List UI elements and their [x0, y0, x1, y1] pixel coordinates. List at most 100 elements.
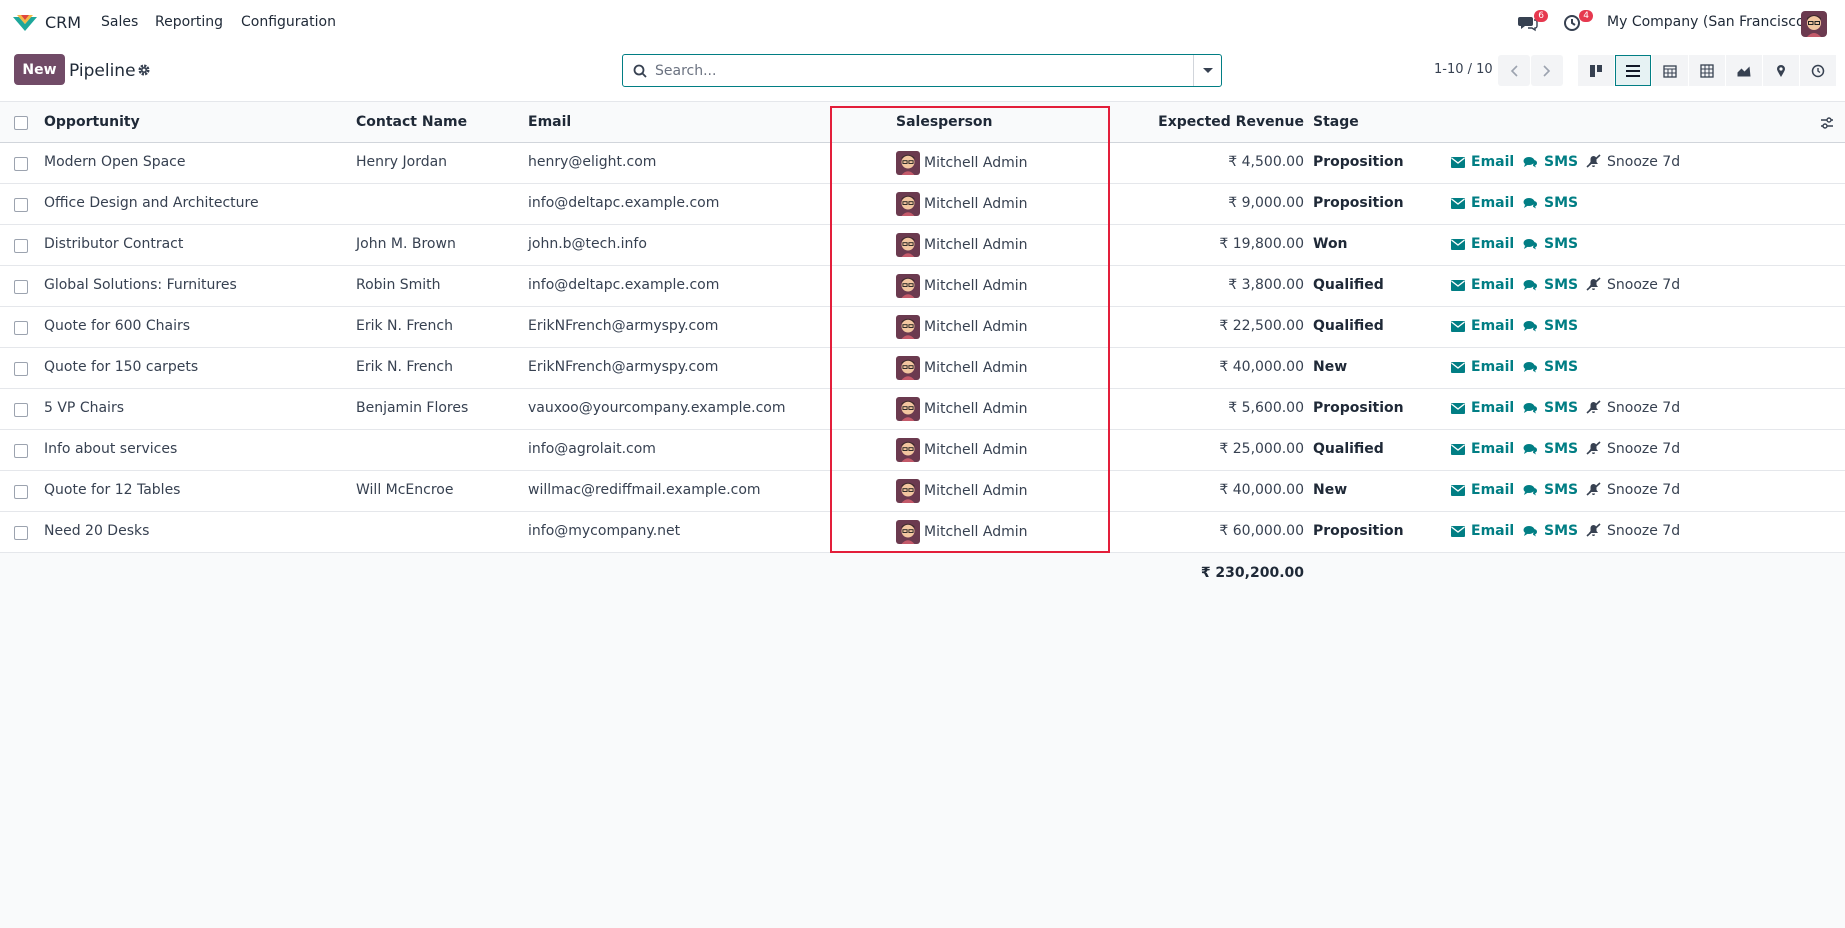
pager-previous-button[interactable]	[1498, 55, 1530, 86]
sms-action-button[interactable]: SMS	[1523, 236, 1578, 252]
email-action-label: Email	[1471, 441, 1515, 457]
menu-sales[interactable]: Sales	[101, 14, 138, 30]
table-row[interactable]: Modern Open Space Henry Jordan henry@eli…	[0, 143, 1845, 184]
column-expected-revenue[interactable]: Expected Revenue	[1154, 114, 1304, 130]
envelope-icon	[1451, 239, 1465, 250]
bell-slash-icon	[1586, 154, 1601, 168]
snooze-action-button[interactable]: Snooze 7d	[1586, 400, 1680, 416]
row-checkbox[interactable]	[14, 321, 28, 335]
row-checkbox[interactable]	[14, 198, 28, 212]
app-name[interactable]: CRM	[45, 13, 81, 32]
salesperson-name: Mitchell Admin	[924, 442, 1028, 458]
row-checkbox[interactable]	[14, 239, 28, 253]
sms-action-button[interactable]: SMS	[1523, 400, 1578, 416]
new-button[interactable]: New	[14, 54, 65, 85]
email-action-button[interactable]: Email	[1451, 482, 1514, 498]
email-action-button[interactable]: Email	[1451, 523, 1514, 539]
view-kanban-button[interactable]	[1578, 55, 1614, 86]
bell-slash-icon	[1586, 523, 1601, 537]
user-avatar[interactable]	[1801, 11, 1827, 37]
view-calendar-button[interactable]	[1652, 55, 1688, 86]
list-icon	[1626, 64, 1640, 77]
row-checkbox[interactable]	[14, 485, 28, 499]
gear-icon[interactable]	[137, 63, 151, 77]
bell-slash-icon	[1586, 277, 1601, 291]
sms-action-button[interactable]: SMS	[1523, 277, 1578, 293]
sms-action-button[interactable]: SMS	[1523, 195, 1578, 211]
email-address: info@deltapc.example.com	[528, 277, 720, 293]
snooze-action-button[interactable]: Snooze 7d	[1586, 441, 1680, 457]
email-action-button[interactable]: Email	[1451, 400, 1514, 416]
contact-name: Will McEncroe	[356, 482, 454, 498]
pager-value[interactable]: 1-10 / 10	[1434, 62, 1493, 77]
sms-action-button[interactable]: SMS	[1523, 441, 1578, 457]
column-salesperson[interactable]: Salesperson	[896, 114, 993, 130]
row-checkbox[interactable]	[14, 526, 28, 540]
column-opportunity[interactable]: Opportunity	[44, 114, 140, 130]
row-checkbox[interactable]	[14, 403, 28, 417]
envelope-icon	[1451, 526, 1465, 537]
list-header: Opportunity Contact Name Email Salespers…	[0, 102, 1845, 143]
sms-action-button[interactable]: SMS	[1523, 359, 1578, 375]
view-graph-button[interactable]	[1726, 55, 1762, 86]
email-action-button[interactable]: Email	[1451, 277, 1514, 293]
table-row[interactable]: Need 20 Desks info@mycompany.net Mitchel…	[0, 512, 1845, 553]
table-row[interactable]: Global Solutions: Furnitures Robin Smith…	[0, 266, 1845, 307]
select-all-checkbox[interactable]	[14, 116, 28, 130]
table-row[interactable]: Distributor Contract John M. Brown john.…	[0, 225, 1845, 266]
clock-icon	[1811, 64, 1825, 77]
stage: Qualified	[1313, 441, 1384, 457]
expected-revenue: ₹ 9,000.00	[1228, 195, 1304, 211]
view-list-button[interactable]	[1615, 55, 1651, 86]
row-checkbox[interactable]	[14, 157, 28, 171]
email-address: info@deltapc.example.com	[528, 195, 720, 211]
email-action-button[interactable]: Email	[1451, 154, 1514, 170]
email-action-button[interactable]: Email	[1451, 359, 1514, 375]
column-contact-name[interactable]: Contact Name	[356, 114, 467, 130]
sms-action-button[interactable]: SMS	[1523, 318, 1578, 334]
table-row[interactable]: 5 VP Chairs Benjamin Flores vauxoo@yourc…	[0, 389, 1845, 430]
sms-action-button[interactable]: SMS	[1523, 523, 1578, 539]
table-row[interactable]: Quote for 150 carpets Erik N. French Eri…	[0, 348, 1845, 389]
search-input[interactable]	[655, 60, 1175, 81]
snooze-action-button[interactable]: Snooze 7d	[1586, 154, 1680, 170]
table-row[interactable]: Office Design and Architecture info@delt…	[0, 184, 1845, 225]
company-switcher[interactable]: My Company (San Francisco)	[1607, 14, 1810, 30]
sms-action-button[interactable]: SMS	[1523, 154, 1578, 170]
email-address: henry@elight.com	[528, 154, 657, 170]
email-action-button[interactable]: Email	[1451, 195, 1514, 211]
view-activity-button[interactable]	[1800, 55, 1836, 86]
view-map-button[interactable]	[1763, 55, 1799, 86]
opportunity-name: Quote for 12 Tables	[44, 482, 181, 498]
row-checkbox[interactable]	[14, 444, 28, 458]
column-email[interactable]: Email	[528, 114, 571, 130]
menu-reporting[interactable]: Reporting	[155, 14, 223, 30]
email-action-button[interactable]: Email	[1451, 441, 1514, 457]
snooze-action-button[interactable]: Snooze 7d	[1586, 277, 1680, 293]
messages-button[interactable]: 6	[1518, 10, 1548, 32]
snooze-action-button[interactable]: Snooze 7d	[1586, 482, 1680, 498]
table-row[interactable]: Quote for 12 Tables Will McEncroe willma…	[0, 471, 1845, 512]
snooze-action-label: Snooze 7d	[1607, 154, 1681, 170]
menu-configuration[interactable]: Configuration	[241, 14, 336, 30]
salesperson-avatar	[896, 520, 920, 544]
column-stage[interactable]: Stage	[1313, 114, 1359, 130]
chat-icon	[1523, 198, 1538, 209]
crm-logo-icon[interactable]	[12, 14, 38, 32]
row-checkbox[interactable]	[14, 362, 28, 376]
table-row[interactable]: Info about services info@agrolait.com Mi…	[0, 430, 1845, 471]
optional-columns-icon[interactable]	[1820, 116, 1834, 130]
opportunity-name: Quote for 600 Chairs	[44, 318, 191, 334]
snooze-action-button[interactable]: Snooze 7d	[1586, 523, 1680, 539]
sms-action-button[interactable]: SMS	[1523, 482, 1578, 498]
view-pivot-button[interactable]	[1689, 55, 1725, 86]
search-options-toggle[interactable]	[1193, 55, 1221, 86]
email-action-button[interactable]: Email	[1451, 236, 1514, 252]
pager-next-button[interactable]	[1531, 55, 1563, 86]
activities-button[interactable]: 4	[1563, 10, 1593, 32]
email-action-button[interactable]: Email	[1451, 318, 1514, 334]
avatar-icon	[896, 315, 920, 339]
row-checkbox[interactable]	[14, 280, 28, 294]
table-row[interactable]: Quote for 600 Chairs Erik N. French Erik…	[0, 307, 1845, 348]
salesperson-name: Mitchell Admin	[924, 237, 1028, 253]
